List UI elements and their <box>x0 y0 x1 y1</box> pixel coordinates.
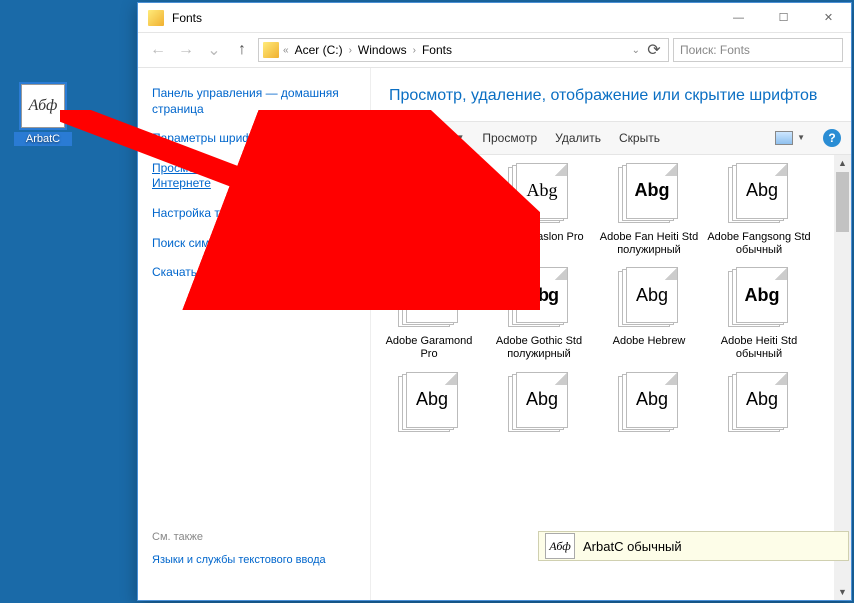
font-item[interactable]: Abg Adobe Arabic <box>377 163 481 257</box>
font-thumb: Abg <box>398 372 460 434</box>
scroll-down-button[interactable]: ▼ <box>834 583 851 600</box>
font-name-label: Adobe Caslon Pro <box>494 231 583 257</box>
breadcrumb[interactable]: Fonts <box>420 43 454 57</box>
address-bar[interactable]: « Acer (C:) › Windows › Fonts ⌄ ⟳ <box>258 38 669 62</box>
help-button[interactable]: ? <box>823 129 841 147</box>
font-thumb: Abg <box>728 163 790 225</box>
font-name-label: Adobe Fangsong Std обычный <box>707 231 811 257</box>
chevron-down-icon: ▼ <box>797 133 805 142</box>
folder-icon <box>263 42 279 58</box>
font-item[interactable]: Abg Adobe Heiti Std обычный <box>707 267 811 361</box>
organize-button[interactable]: Упорядочить▼ <box>381 131 464 145</box>
font-item[interactable]: Abg Adobe Caslon Pro <box>487 163 591 257</box>
font-thumb: Abg <box>728 267 790 329</box>
forward-button[interactable]: → <box>174 38 198 62</box>
chevron-down-icon: ▼ <box>456 133 464 142</box>
recent-dropdown[interactable]: ⌄ <box>202 38 226 62</box>
up-button[interactable]: ↑ <box>230 38 254 62</box>
sidebar-link-find-character[interactable]: Поиск символа <box>152 236 356 252</box>
dropdown-icon[interactable]: ⌄ <box>632 45 640 56</box>
sidebar-link-control-panel-home[interactable]: Панель управления — домашняя страница <box>152 86 356 117</box>
font-name-label: Adobe Garamond Pro <box>377 335 481 361</box>
font-file-icon: Абф <box>21 84 65 128</box>
font-name-label: Adobe Heiti Std обычный <box>707 335 811 361</box>
font-thumb: Abg <box>398 163 460 225</box>
font-thumb: Abg <box>728 372 790 434</box>
chevron-right-icon: › <box>349 45 352 56</box>
sidebar-link-font-settings[interactable]: Параметры шрифта <box>152 131 356 147</box>
desktop-font-file[interactable]: Абф ArbatC <box>14 84 72 146</box>
titlebar[interactable]: Fonts — ☐ ✕ <box>138 3 851 33</box>
view-options-button[interactable]: ▼ <box>775 131 805 145</box>
chevron-right-icon: › <box>413 45 416 56</box>
close-button[interactable]: ✕ <box>806 3 851 32</box>
font-name-label: Adobe Arabic <box>396 231 461 257</box>
search-input[interactable]: Поиск: Fonts <box>673 38 843 62</box>
hide-button[interactable]: Скрыть <box>619 131 660 145</box>
scroll-thumb[interactable] <box>836 172 849 232</box>
minimize-button[interactable]: — <box>716 3 761 32</box>
scroll-up-button[interactable]: ▲ <box>834 155 851 172</box>
back-button[interactable]: ← <box>146 38 170 62</box>
font-item[interactable]: Abg Adobe Garamond Pro <box>377 267 481 361</box>
sidebar-link-download-fonts[interactable]: Скачать шрифты для всех языков <box>152 265 356 281</box>
font-item[interactable]: Abg Adobe Hebrew <box>597 267 701 361</box>
font-item[interactable]: Abg <box>377 372 481 466</box>
breadcrumb[interactable]: Windows <box>356 43 409 57</box>
drag-drop-tooltip: Абф ArbatC обычный <box>538 531 849 561</box>
main-panel: Просмотр, удаление, отображение или скры… <box>371 68 851 600</box>
window-title: Fonts <box>172 11 716 25</box>
font-thumb: Abg <box>508 163 570 225</box>
see-also-header: См. также <box>152 531 356 543</box>
sidebar-link-font-info-online[interactable]: Просмотр сведений о шрифтах в Интернете <box>152 161 356 192</box>
window-icon <box>148 10 164 26</box>
delete-button[interactable]: Удалить <box>555 131 601 145</box>
navbar: ← → ⌄ ↑ « Acer (C:) › Windows › Fonts ⌄ … <box>138 33 851 68</box>
preview-button[interactable]: Просмотр <box>482 131 537 145</box>
font-thumb: Abg <box>398 267 460 329</box>
font-item[interactable]: Abg <box>597 372 701 466</box>
breadcrumb[interactable]: Acer (C:) <box>293 43 345 57</box>
font-item[interactable]: Abg <box>707 372 811 466</box>
page-heading: Просмотр, удаление, отображение или скры… <box>389 86 833 107</box>
breadcrumb-sep: « <box>283 45 289 56</box>
font-thumb: Abg <box>618 163 680 225</box>
font-item[interactable]: Abg <box>487 372 591 466</box>
font-item[interactable]: Abg Adobe Gothic Std полужирный <box>487 267 591 361</box>
toolbar: Упорядочить▼ Просмотр Удалить Скрыть ▼ ? <box>371 121 851 155</box>
font-thumb: Abg <box>618 267 680 329</box>
drag-thumb-icon: Абф <box>545 533 575 559</box>
font-name-label: Adobe Hebrew <box>613 335 686 361</box>
font-name-label: Adobe Fan Heiti Std полужирный <box>597 231 701 257</box>
font-item[interactable]: Abg Adobe Fangsong Std обычный <box>707 163 811 257</box>
refresh-button[interactable]: ⟳ <box>644 38 664 62</box>
font-thumb: Abg <box>508 372 570 434</box>
drag-tooltip-label: ArbatC обычный <box>583 539 682 554</box>
sidebar-link-text-services[interactable]: Языки и службы текстового ввода <box>152 553 356 567</box>
font-thumb: Abg <box>618 372 680 434</box>
desktop-icon-label: ArbatC <box>14 132 72 146</box>
font-thumb: Abg <box>508 267 570 329</box>
font-name-label: Adobe Gothic Std полужирный <box>487 335 591 361</box>
sidebar: Панель управления — домашняя страница Па… <box>138 68 371 600</box>
font-item[interactable]: Abg Adobe Fan Heiti Std полужирный <box>597 163 701 257</box>
fonts-window: Fonts — ☐ ✕ ← → ⌄ ↑ « Acer (C:) › Window… <box>137 2 852 601</box>
sidebar-link-cleartype[interactable]: Настройка текста ClearType <box>152 206 356 222</box>
view-icon <box>775 131 793 145</box>
maximize-button[interactable]: ☐ <box>761 3 806 32</box>
